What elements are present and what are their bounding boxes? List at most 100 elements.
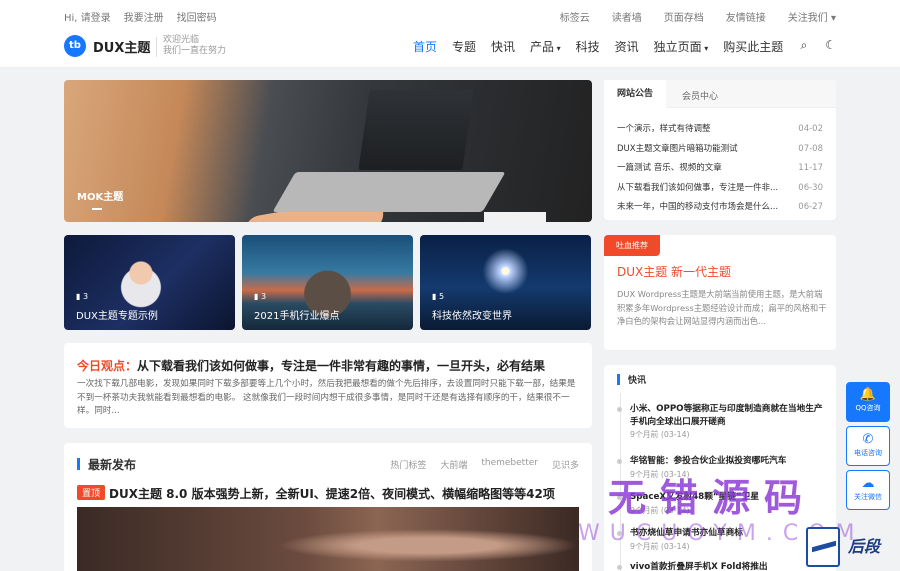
flash-title[interactable]: 华铭智能：参投合伙企业拟投资哪吒汽车 [630,455,830,468]
timeline-dot [617,407,622,412]
tag-link[interactable]: 热门标签 [390,458,426,471]
notice-list: 一个演示，样式有待调整 04-02 DUX主题文章图片暗箱功能测试 07-08 … [617,120,823,218]
reader-wall-link[interactable]: 读者墙 [612,9,642,24]
tag-link[interactable]: themebetter [481,458,538,471]
nav-flash[interactable]: 快讯 [491,38,515,55]
hero-title[interactable]: MOK主题 [77,188,123,203]
list-item[interactable]: DUX主题文章图片暗箱功能测试 07-08 [617,140,823,160]
recommend-badge: 吐血推荐 [604,235,660,256]
topic-card[interactable]: ▮ 3 DUX主题专题示例 [64,235,235,330]
main-nav: 首页 专题 快讯 产品 科技 资讯 独立页面 购买此主题 [413,38,783,55]
today-opinion-card: 今日观点：从下载看我们该如何做事，专注是一件非常有趣的事情，一旦开头，必有结果 … [64,343,592,428]
notice-widget: 网站公告 会员中心 一个演示，样式有待调整 04-02 DUX主题文章图片暗箱功… [604,80,836,220]
opinion-title[interactable]: 今日观点：从下载看我们该如何做事，专注是一件非常有趣的事情，一旦开头，必有结果 [77,357,545,374]
post-title[interactable]: DUX主题 8.0 版本强势上新，全新UI、提速2倍、夜间模式、横幅缩略图等等4… [109,485,555,502]
friend-links-link[interactable]: 友情链接 [726,9,766,24]
follow-us-menu[interactable]: 关注我们 ▾ [788,9,836,24]
phone-icon: ✆ [862,432,874,447]
nav-pages[interactable]: 独立页面 [654,38,709,55]
notice-tabs: 网站公告 会员中心 [604,80,836,108]
list-item[interactable]: 一个演示，样式有待调整 04-02 [617,120,823,140]
notice-title[interactable]: 从下载看我们该如何做事，专注是一件非... [617,179,778,199]
search-icon[interactable]: ⌕ [801,38,808,53]
topic-card[interactable]: ▮ 5 科技依然改变世界 [420,235,591,330]
list-item[interactable]: 书亦烧仙草申请书亦仙草商标 9个月前 (03-14) [617,527,830,552]
list-item[interactable]: SpaceX又发射48颗“星链”卫星 9个月前 (03-14) [617,491,830,516]
flash-news-widget: 快讯 小米、OPPO等据称正与印度制造商就在当地生产手机向全球出口展开磋商 9个… [604,365,836,571]
site-header: tb DUX主题 欢迎光临 我们一直在努力 首页 专题 快讯 产品 科技 资讯 … [0,30,900,68]
topic-title[interactable]: 2021手机行业爆点 [254,307,339,322]
find-password-link[interactable]: 找回密码 [177,9,217,24]
nav-buy-theme[interactable]: 购买此主题 [723,38,783,55]
notice-date: 11-17 [798,163,823,173]
nav-topics[interactable]: 专题 [452,38,476,55]
hero-pager-dot[interactable] [92,208,102,210]
flash-title[interactable]: 小米、OPPO等据称正与印度制造商就在当地生产手机向全球出口展开磋商 [630,403,830,428]
wechat-follow-label: 关注微信 [854,493,882,501]
timeline-dot [617,565,622,570]
flash-date: 9个月前 (03-14) [630,505,690,515]
section-marker [617,374,620,385]
topic-title[interactable]: DUX主题专题示例 [76,307,158,322]
logo-divider [156,37,157,57]
list-item[interactable]: 从下载看我们该如何做事，专注是一件非... 06-30 [617,179,823,199]
notice-title[interactable]: 未来一年，中国的移动支付市场会是什么... [617,198,778,218]
top-bar-left: Hi, 请登录 我要注册 找回密码 [64,9,217,24]
list-item[interactable]: 未来一年，中国的移动支付市场会是什么... 06-27 [617,198,823,218]
topic-count: ▮ 3 [254,292,267,301]
dark-mode-icon[interactable]: ☾ [825,38,836,53]
qq-consult-label: QQ咨询 [855,404,881,412]
tab-member-center[interactable]: 会员中心 [682,89,718,102]
site-logo-text[interactable]: DUX主题 [93,37,150,56]
tag-link[interactable]: 大前端 [440,458,467,471]
latest-tags: 热门标签 大前端 themebetter 见识多 [390,458,579,471]
hero-image-laptop [358,90,474,170]
topic-card[interactable]: ▮ 3 2021手机行业爆点 [242,235,413,330]
notice-date: 06-27 [798,202,823,212]
list-item[interactable]: vivo首款折叠屏手机X Fold将推出 [617,561,830,571]
tag-cloud-link[interactable]: 标签云 [560,9,590,24]
list-item[interactable]: 小米、OPPO等据称正与印度制造商就在当地生产手机向全球出口展开磋商 9个月前 … [617,403,830,440]
nav-news[interactable]: 资讯 [615,38,639,55]
register-link[interactable]: 我要注册 [124,9,164,24]
notice-title[interactable]: 一个演示，样式有待调整 [617,120,711,140]
recommend-title[interactable]: DUX主题 新一代主题 [617,263,731,280]
opinion-prefix: 今日观点： [77,359,138,373]
notice-title[interactable]: DUX主题文章图片暗箱功能测试 [617,140,738,160]
timeline-line [620,393,621,571]
nav-home[interactable]: 首页 [413,38,437,55]
header-icons: ⌕ ☾ [801,38,837,53]
flash-heading: 快讯 [628,376,647,386]
notice-title[interactable]: 一篇测试 音乐、视频的文章 [617,159,722,179]
post-thumbnail[interactable] [77,507,579,571]
list-item[interactable]: 华铭智能：参投合伙企业拟投资哪吒汽车 9个月前 (03-14) [617,455,830,480]
opinion-headline[interactable]: 从下载看我们该如何做事，专注是一件非常有趣的事情，一旦开头，必有结果 [137,359,545,373]
archive-link[interactable]: 页面存档 [664,9,704,24]
phone-consult-button[interactable]: ✆ 电话咨询 [846,426,890,466]
logo-icon[interactable]: tb [64,35,86,57]
flash-date: 9个月前 (03-14) [630,469,690,479]
hero-banner[interactable] [64,80,592,222]
flash-title[interactable]: 书亦烧仙草申请书亦仙草商标 [630,527,830,540]
topic-count: ▮ 5 [432,292,445,301]
nav-tech[interactable]: 科技 [576,38,600,55]
wechat-follow-button[interactable]: ☁ 关注微信 [846,470,890,510]
flash-title[interactable]: SpaceX又发射48颗“星链”卫星 [630,491,830,504]
tab-announcements[interactable]: 网站公告 [604,80,666,108]
tagline-line-1: 欢迎光临 [163,35,200,45]
timeline-dot [617,495,622,500]
qq-consult-button[interactable]: 🔔 QQ咨询 [846,382,890,422]
login-link[interactable]: Hi, 请登录 [64,9,111,24]
top-bar: Hi, 请登录 我要注册 找回密码 标签云 读者墙 页面存档 友情链接 关注我们… [0,0,900,30]
timeline-dot [617,531,622,536]
site-tagline: 欢迎光临 我们一直在努力 [163,35,226,57]
flash-title[interactable]: vivo首款折叠屏手机X Fold将推出 [630,561,830,571]
floating-contact-bar: 🔔 QQ咨询 ✆ 电话咨询 ☁ 关注微信 [846,382,890,510]
nav-products[interactable]: 产品 [530,38,561,55]
list-item[interactable]: 一篇测试 音乐、视频的文章 11-17 [617,159,823,179]
phone-consult-label: 电话咨询 [854,449,882,457]
section-marker [77,458,80,470]
topic-title[interactable]: 科技依然改变世界 [432,307,512,322]
tag-link[interactable]: 见识多 [552,458,579,471]
latest-heading: 最新发布 [88,458,137,472]
